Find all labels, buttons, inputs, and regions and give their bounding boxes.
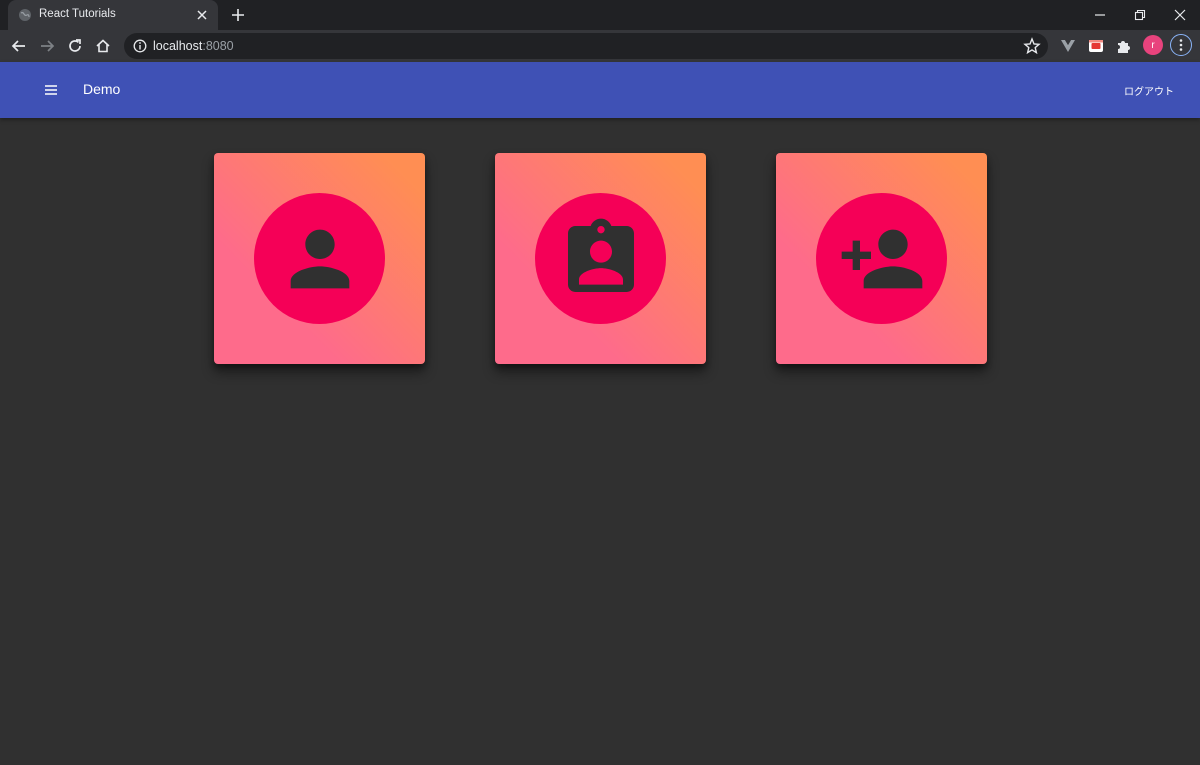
hamburger-menu-icon bbox=[45, 85, 57, 95]
profile-avatar[interactable]: r bbox=[1143, 35, 1163, 55]
person-add-icon bbox=[841, 229, 922, 288]
card-users[interactable] bbox=[214, 153, 425, 364]
url-text: localhost:8080 bbox=[153, 39, 234, 53]
url-host: localhost bbox=[153, 39, 203, 53]
restore-icon bbox=[1134, 9, 1146, 21]
chrome-menu-button[interactable] bbox=[1170, 34, 1192, 56]
restore-button[interactable] bbox=[1120, 0, 1160, 30]
reload-icon bbox=[69, 39, 81, 52]
info-icon[interactable] bbox=[133, 39, 147, 53]
card-add-user[interactable] bbox=[776, 153, 987, 364]
back-button[interactable] bbox=[8, 35, 30, 57]
avatar bbox=[535, 193, 666, 324]
minimize-icon bbox=[1095, 14, 1105, 16]
app-title: Demo bbox=[83, 81, 121, 97]
card-contacts[interactable] bbox=[495, 153, 706, 364]
extension-badge-icon[interactable] bbox=[1087, 37, 1105, 55]
app-bar: Demo ログアウト bbox=[0, 62, 1200, 118]
person-icon bbox=[290, 229, 349, 288]
arrow-left-icon bbox=[11, 40, 25, 52]
bookmark-star-icon[interactable] bbox=[1023, 37, 1041, 55]
close-tab-icon[interactable] bbox=[194, 7, 210, 23]
browser-tab[interactable]: React Tutorials bbox=[8, 0, 218, 30]
browser-tabstrip: React Tutorials bbox=[0, 0, 1200, 30]
home-button[interactable] bbox=[92, 35, 114, 57]
reload-button[interactable] bbox=[64, 35, 86, 57]
menu-button[interactable] bbox=[39, 78, 63, 102]
arrow-right-icon bbox=[41, 40, 55, 52]
new-tab-icon[interactable] bbox=[229, 6, 247, 24]
url-port: :8080 bbox=[202, 39, 234, 53]
globe-icon bbox=[19, 9, 31, 21]
home-icon bbox=[96, 39, 110, 53]
avatar bbox=[816, 193, 947, 324]
vue-devtools-icon[interactable] bbox=[1059, 37, 1077, 55]
card-grid bbox=[0, 153, 1200, 364]
minimize-button[interactable] bbox=[1080, 0, 1120, 30]
logout-button[interactable]: ログアウト bbox=[1112, 74, 1186, 106]
puzzle-extensions-icon[interactable] bbox=[1115, 37, 1133, 55]
more-vert-icon bbox=[1179, 39, 1183, 51]
close-icon bbox=[1174, 9, 1186, 21]
contact-badge-icon bbox=[567, 218, 634, 292]
close-window-button[interactable] bbox=[1160, 0, 1200, 30]
forward-button[interactable] bbox=[36, 35, 58, 57]
address-bar[interactable]: localhost:8080 bbox=[124, 33, 1048, 59]
avatar bbox=[254, 193, 385, 324]
browser-toolbar: localhost:8080 bbox=[0, 30, 1200, 62]
tab-title: React Tutorials bbox=[39, 8, 116, 20]
